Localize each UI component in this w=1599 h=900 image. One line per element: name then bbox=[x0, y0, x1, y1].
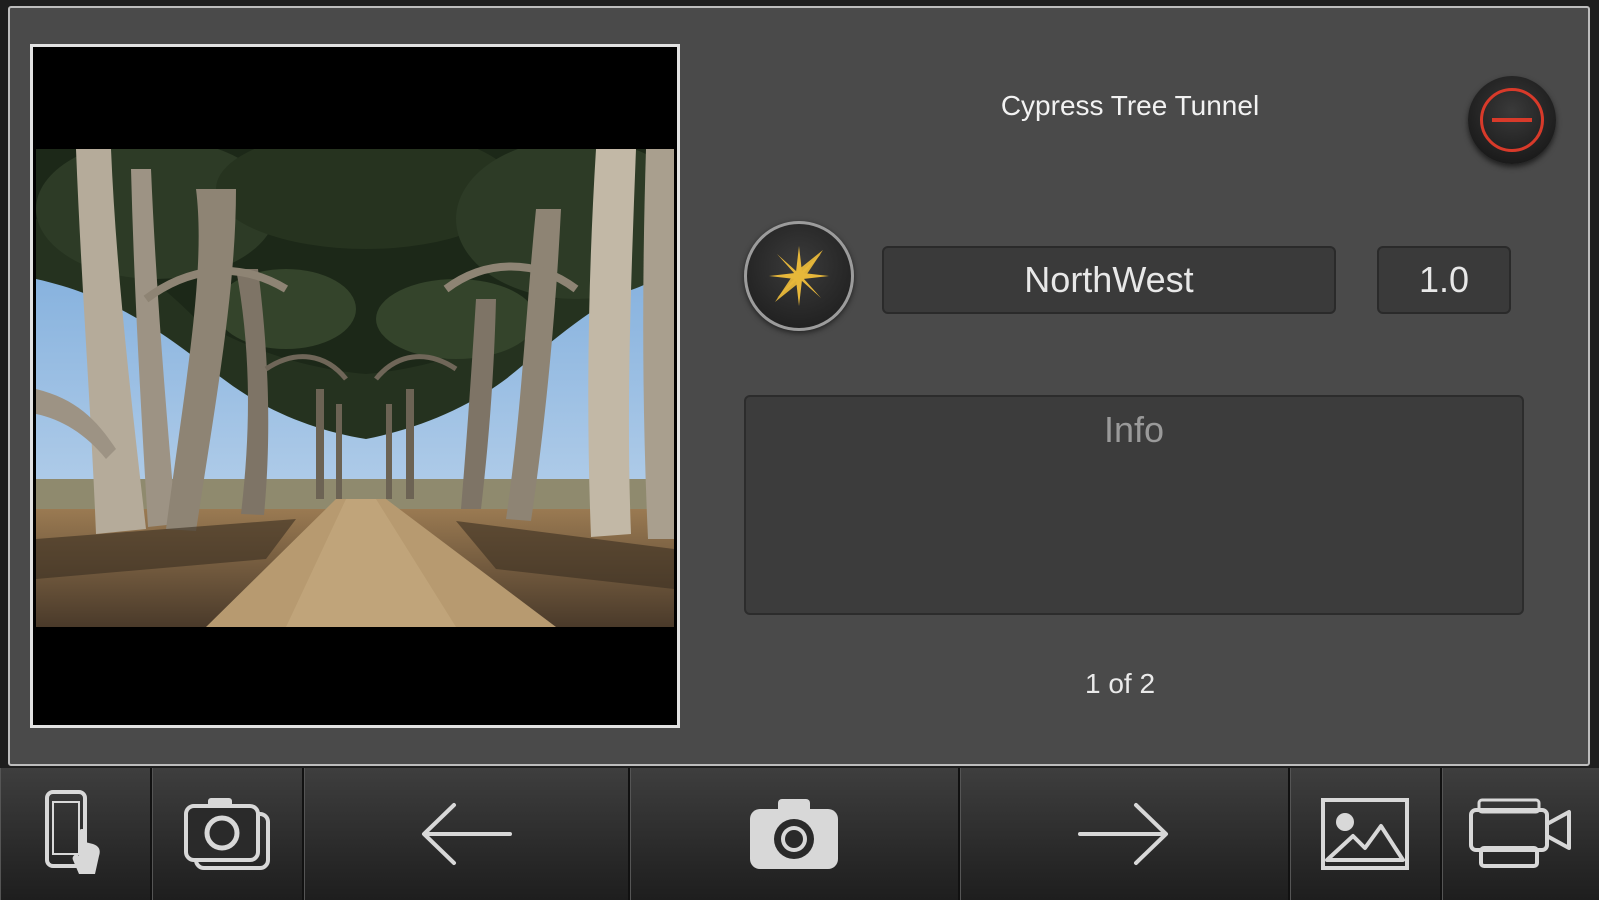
video-button[interactable] bbox=[1442, 768, 1599, 900]
location-title: Cypress Tree Tunnel bbox=[1000, 90, 1260, 121]
device-touch-icon bbox=[45, 790, 100, 874]
compass-button[interactable] bbox=[744, 221, 854, 331]
take-photo-button[interactable] bbox=[630, 768, 960, 900]
app-screen: Cypress Tree Tunnel NorthWest 1.0 Info 1… bbox=[0, 0, 1599, 900]
location-detail-panel: Cypress Tree Tunnel NorthWest 1.0 Info 1… bbox=[8, 6, 1590, 766]
zoom-field[interactable]: 1.0 bbox=[1377, 246, 1511, 314]
location-photo[interactable] bbox=[36, 149, 674, 627]
arrow-left-icon bbox=[422, 803, 512, 865]
compass-icon bbox=[769, 246, 829, 306]
camera-icon bbox=[750, 799, 838, 869]
minus-bar bbox=[1492, 118, 1532, 122]
photo-stack-button[interactable] bbox=[152, 768, 304, 900]
photo-stack-icon bbox=[184, 798, 270, 870]
next-button[interactable] bbox=[960, 768, 1290, 900]
image-icon bbox=[1321, 798, 1409, 870]
direction-field[interactable]: NorthWest bbox=[882, 246, 1336, 314]
delete-button[interactable] bbox=[1468, 76, 1556, 164]
page-indicator: 1 of 2 bbox=[1084, 668, 1156, 699]
tree-tunnel-photo bbox=[36, 149, 674, 627]
bottom-toolbar bbox=[0, 768, 1599, 900]
arrow-right-icon bbox=[1078, 803, 1168, 865]
previous-button[interactable] bbox=[304, 768, 630, 900]
image-button[interactable] bbox=[1290, 768, 1442, 900]
info-placeholder: Info bbox=[1103, 409, 1165, 450]
info-textarea[interactable]: Info bbox=[744, 395, 1524, 615]
photo-frame[interactable] bbox=[30, 44, 680, 728]
device-touch-button[interactable] bbox=[0, 768, 152, 900]
video-camera-icon bbox=[1468, 798, 1571, 868]
